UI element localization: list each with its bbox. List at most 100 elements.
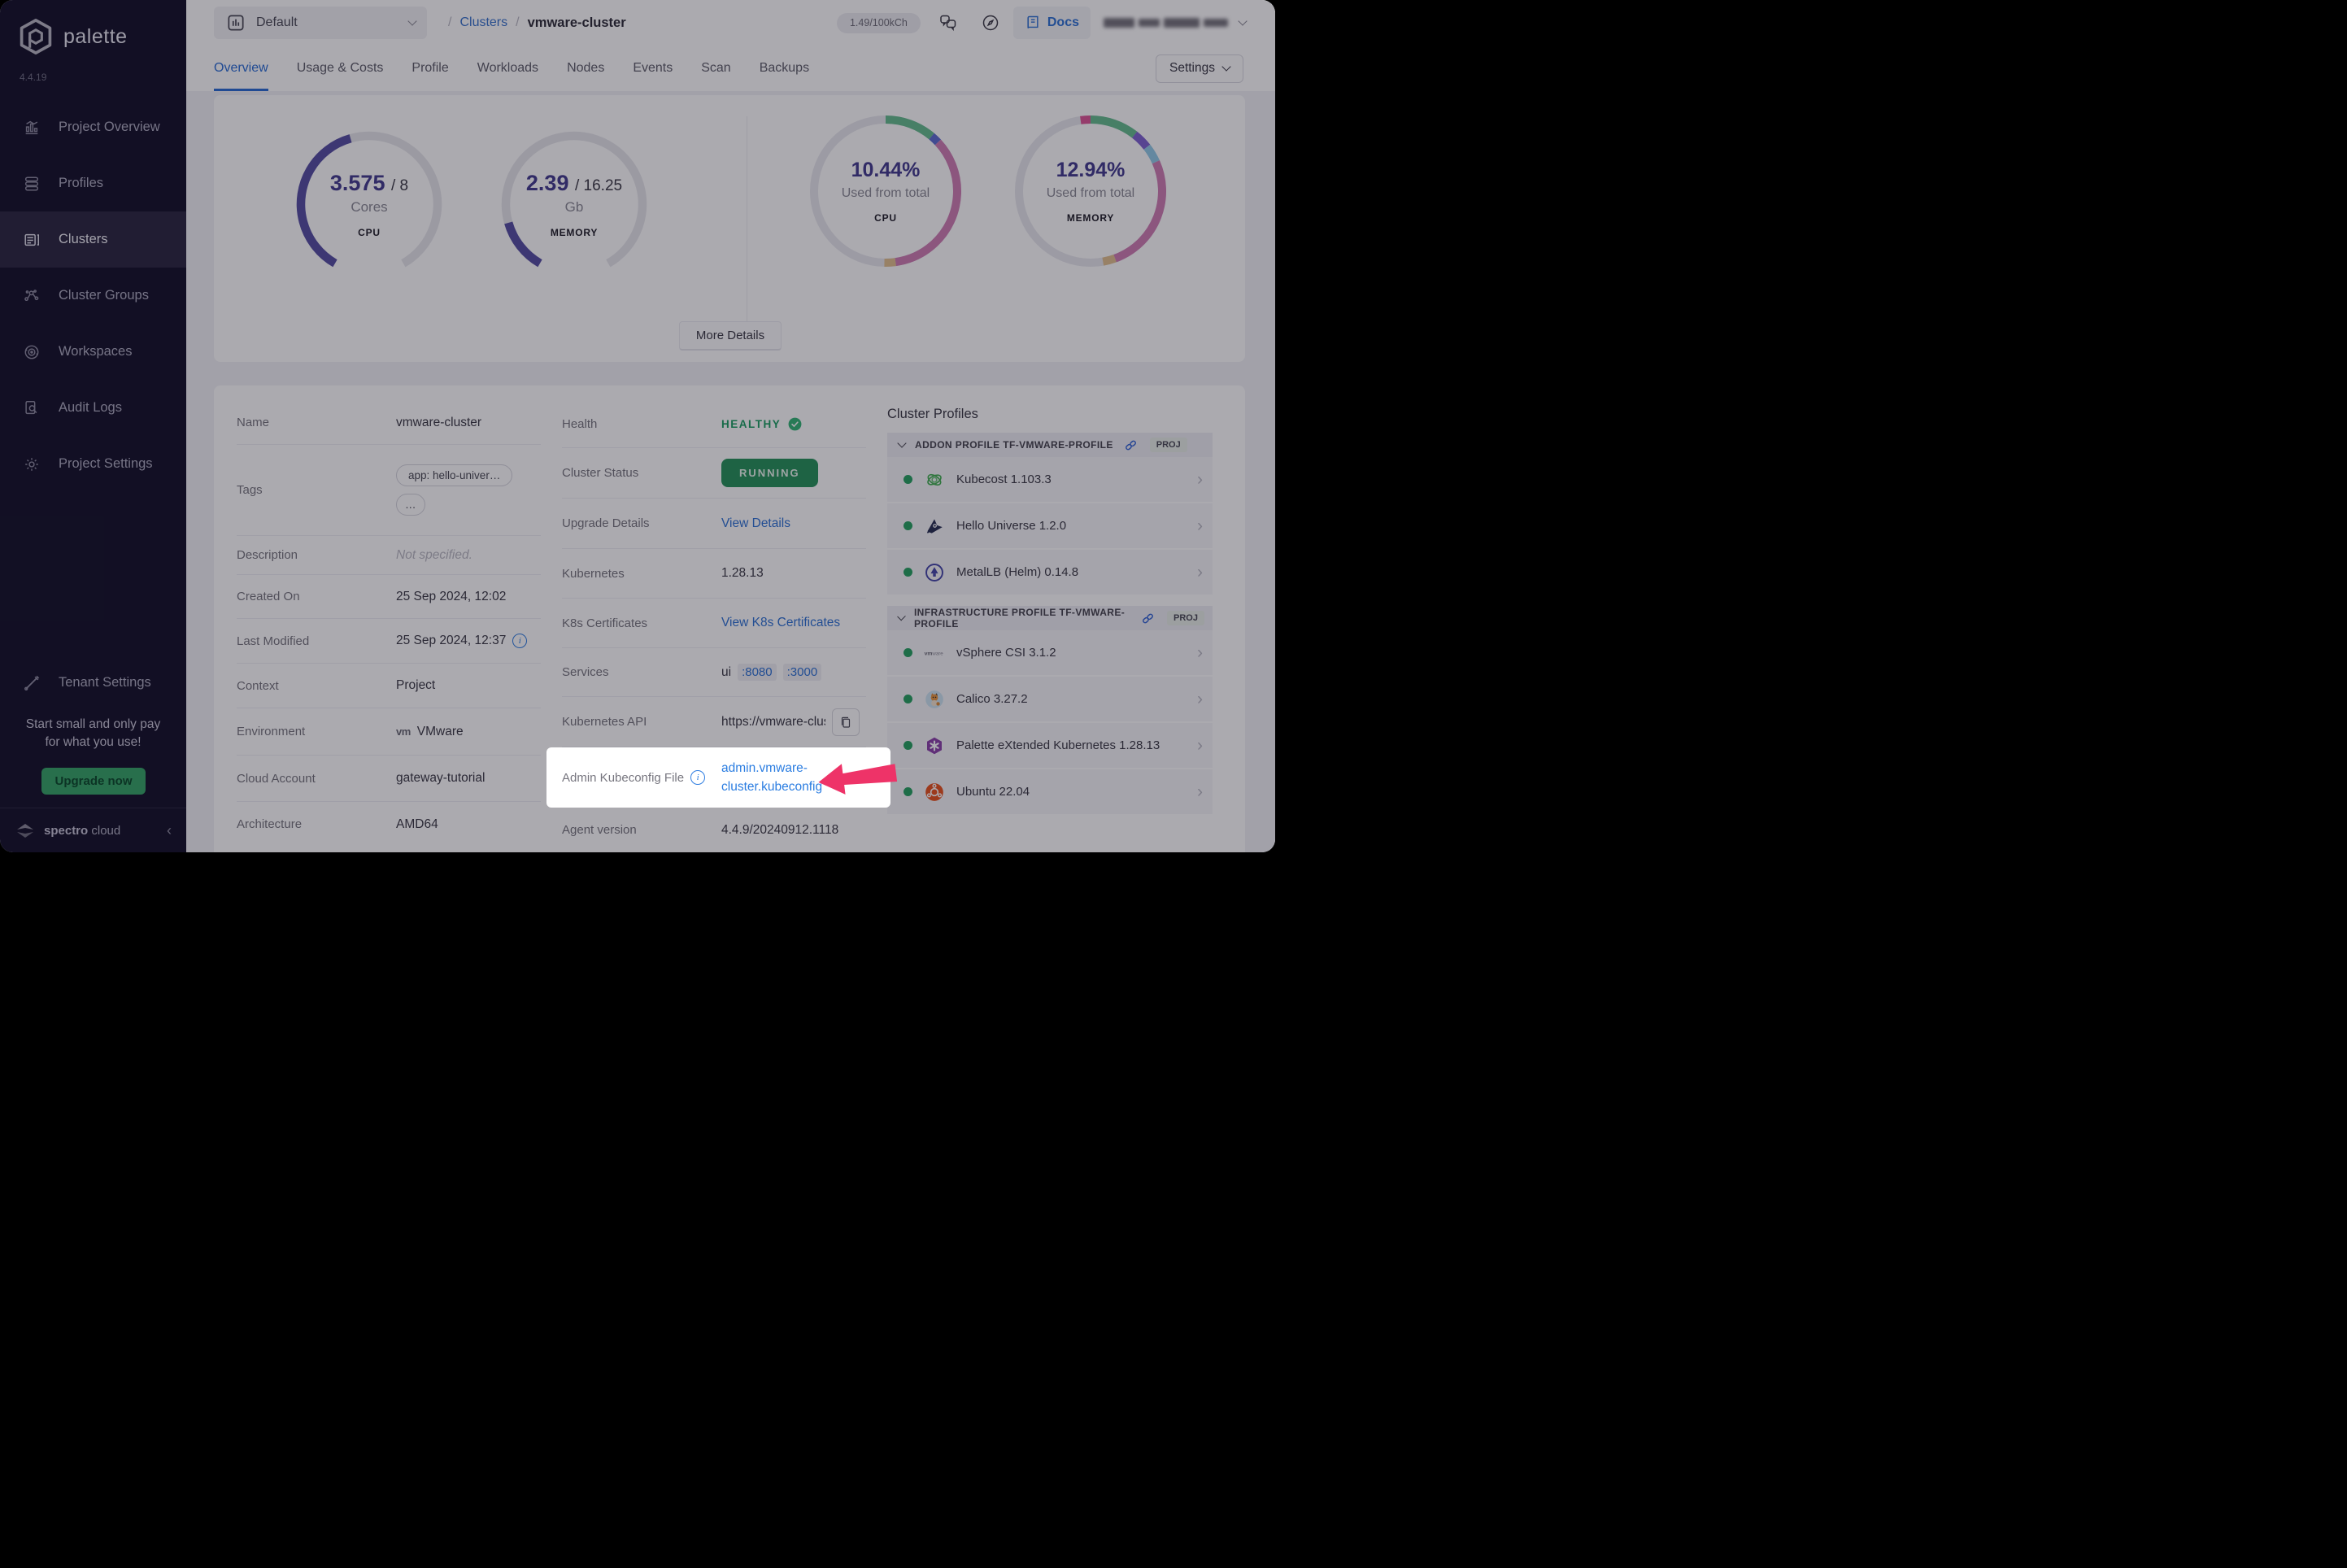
tab-events[interactable]: Events	[633, 46, 673, 91]
user-menu-chevron-icon[interactable]	[1238, 16, 1248, 26]
cluster-profiles-title: Cluster Profiles	[887, 407, 978, 421]
project-settings-icon	[23, 455, 41, 473]
details-card: Name vmware-cluster Tags app: hello-univer……	[214, 385, 1245, 852]
link-icon[interactable]	[1140, 611, 1156, 626]
sidebar-item-clusters[interactable]: Clusters	[0, 211, 186, 268]
chevron-right-icon[interactable]: ›	[1197, 737, 1203, 754]
detail-row-health: Health HEALTHY	[562, 401, 866, 448]
cluster-groups-icon	[23, 287, 41, 305]
detail-link[interactable]: View K8s Certificates	[721, 616, 840, 630]
info-icon[interactable]: i	[512, 634, 528, 648]
info-icon[interactable]: i	[690, 770, 706, 785]
sidebar-item-label: Project Overview	[59, 120, 160, 134]
more-details-button[interactable]: More Details	[679, 321, 782, 351]
sidebar-item-tenant-settings[interactable]: Tenant Settings	[0, 655, 186, 711]
detail-row-last-modified: Last Modified 25 Sep 2024, 12:37 i	[237, 619, 541, 664]
chevron-right-icon[interactable]: ›	[1197, 690, 1203, 708]
detail-link[interactable]: View Details	[721, 516, 790, 531]
profile-pack-row-calico-3-27-2[interactable]: Calico 3.27.2 ›	[887, 677, 1213, 723]
chevron-right-icon[interactable]: ›	[1197, 564, 1203, 581]
detail-row-environment: Environment vm VMware	[237, 708, 541, 756]
breadcrumb-clusters-link[interactable]: Clusters	[459, 15, 507, 30]
profile-group-header[interactable]: INFRASTRUCTURE PROFILE TF-VMWARE-PROFILE…	[887, 606, 1213, 630]
user-account-blurred[interactable]	[1104, 18, 1228, 28]
detail-value: gateway-tutorial	[396, 771, 486, 785]
tag-pill: app: hello-univer…	[396, 464, 513, 486]
tab-backups[interactable]: Backups	[760, 46, 809, 91]
sidebar-nav: Project Overview Profiles Clusters Cluster …	[0, 99, 186, 492]
sidebar-item-project-settings[interactable]: Project Settings	[0, 436, 186, 492]
brand-logo-row: palette	[18, 18, 128, 55]
profile-pack-row-hello-universe-1-2-0[interactable]: Hello Universe 1.2.0 ›	[887, 503, 1213, 550]
profile-pack-row-metallb-helm-0-14-8[interactable]: MetalLB (Helm) 0.14.8 ›	[887, 550, 1213, 596]
chevron-right-icon[interactable]: ›	[1197, 471, 1203, 488]
sidebar-item-cluster-groups[interactable]: Cluster Groups	[0, 268, 186, 324]
memory-usage-donut: 12.94% Used from total MEMORY	[1009, 110, 1172, 272]
sidebar-item-profiles[interactable]: Profiles	[0, 155, 186, 211]
donut-caption: Used from total	[1046, 186, 1135, 200]
project-chart-icon	[228, 15, 244, 31]
book-icon	[1027, 15, 1039, 28]
upgrade-now-button[interactable]: Upgrade now	[41, 768, 146, 795]
link-icon[interactable]	[1123, 438, 1139, 453]
sidebar-item-label: Audit Logs	[59, 400, 122, 415]
compass-icon[interactable]	[981, 13, 1000, 33]
chat-icon[interactable]	[938, 13, 958, 33]
sidebar-item-workspaces[interactable]: Workspaces	[0, 324, 186, 380]
detail-row-cloud-account: Cloud Account gateway-tutorial	[237, 756, 541, 802]
tag-pill: …	[396, 494, 425, 516]
detail-row-kubernetes-api: Kubernetes API https://vmware-clust…	[562, 697, 866, 747]
donut-caption: Used from total	[841, 186, 930, 200]
sidebar-collapse-icon[interactable]: ‹	[167, 822, 172, 839]
tab-overview[interactable]: Overview	[214, 46, 268, 91]
copy-button[interactable]	[832, 708, 860, 736]
gauge-unit: Gb	[564, 198, 584, 215]
breadcrumb-separator: /	[448, 15, 452, 29]
service-port-link[interactable]: :3000	[782, 664, 822, 681]
sidebar-item-label: Project Settings	[59, 456, 153, 471]
svg-text:ware: ware	[931, 651, 943, 656]
tenant-settings-icon	[23, 674, 41, 692]
tab-workloads[interactable]: Workloads	[477, 46, 538, 91]
tab-usage-costs[interactable]: Usage & Costs	[297, 46, 384, 91]
sidebar-tenant-section: Tenant Settings	[0, 655, 186, 711]
chevron-right-icon[interactable]: ›	[1197, 517, 1203, 534]
app-version: 4.4.19	[20, 72, 47, 83]
metallb-icon	[924, 562, 945, 583]
chevron-right-icon[interactable]: ›	[1197, 783, 1203, 800]
tab-nodes[interactable]: Nodes	[567, 46, 604, 91]
project-selector-dropdown[interactable]: Default	[214, 7, 427, 39]
detail-value: 4.4.9/20240912.1118	[721, 822, 839, 837]
profile-pack-row-kubecost-1-103-3[interactable]: Kubecost 1.103.3 ›	[887, 457, 1213, 503]
detail-label: Architecture	[237, 817, 303, 831]
spectro-cloud-wordmark: spectro cloud	[44, 823, 121, 838]
docs-button[interactable]: Docs	[1012, 7, 1091, 39]
tab-scan[interactable]: Scan	[701, 46, 730, 91]
main-content: 3.575 / 8 Cores CPU 2.39 / 16.25 Gb MEMO…	[186, 91, 1275, 852]
sidebar-item-label: Workspaces	[59, 344, 133, 359]
sidebar: palette 4.4.19 Project Overview Profiles C…	[0, 0, 186, 852]
profile-pack-row-palette-extended-kubernetes-1-28-13[interactable]: Palette eXtended Kubernetes 1.28.13 ›	[887, 723, 1213, 769]
tab-profile[interactable]: Profile	[411, 46, 448, 91]
pack-status-dot	[904, 568, 912, 577]
chevron-right-icon[interactable]: ›	[1197, 644, 1203, 661]
hello-universe-icon	[924, 516, 945, 537]
detail-label: Description	[237, 548, 298, 562]
breadcrumb: / Clusters / vmware-cluster	[448, 15, 626, 31]
service-port-link[interactable]: :8080	[738, 664, 777, 681]
palette-console-window: palette 4.4.19 Project Overview Profiles C…	[0, 0, 1275, 852]
settings-button[interactable]: Settings	[1155, 54, 1243, 83]
sidebar-item-project-overview[interactable]: Project Overview	[0, 99, 186, 155]
admin-kubeconfig-link[interactable]: admin.vmware-cluster.kubeconfig	[721, 759, 822, 796]
profiles-icon	[23, 175, 41, 193]
cpu-usage-donut: 10.44% Used from total CPU	[804, 110, 967, 272]
detail-label: Context	[237, 678, 279, 693]
sidebar-item-audit-logs[interactable]: Audit Logs	[0, 380, 186, 436]
profile-group-header[interactable]: ADDON PROFILE TF-VMWARE-PROFILE PROJ	[887, 433, 1213, 457]
breadcrumb-separator: /	[516, 15, 520, 29]
pack-name: MetalLB (Helm) 0.14.8	[956, 565, 1079, 579]
profile-pack-row-vsphere-csi-3-1-2[interactable]: vm ware vSphere CSI 3.1.2 ›	[887, 630, 1213, 677]
pack-status-dot	[904, 787, 912, 796]
profile-pack-row-ubuntu-22-04[interactable]: Ubuntu 22.04 ›	[887, 769, 1213, 816]
pack-status-dot	[904, 475, 912, 484]
